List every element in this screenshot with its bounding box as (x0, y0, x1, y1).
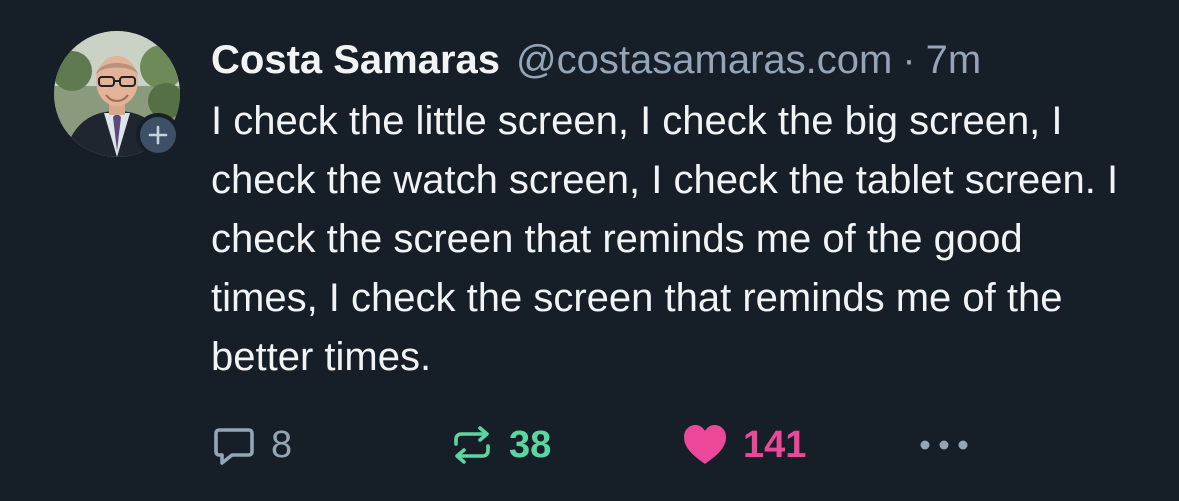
plus-icon (148, 125, 168, 145)
speech-bubble-icon (214, 428, 254, 465)
heart-icon (684, 425, 726, 464)
like-count: 141 (743, 423, 807, 466)
post-content: Costa Samaras @costasamaras.com · 7m I c… (211, 36, 1141, 387)
post: Costa Samaras @costasamaras.com · 7m I c… (0, 0, 1179, 501)
follow-button-inner (140, 117, 176, 153)
repost-count: 38 (509, 423, 552, 466)
repost-button[interactable]: 38 (449, 420, 551, 470)
follow-button[interactable] (136, 113, 180, 157)
ellipsis-icon (920, 440, 968, 450)
author-handle[interactable]: @costasamaras.com (516, 36, 892, 84)
header-separator: · (902, 38, 916, 82)
author-display-name[interactable]: Costa Samaras (211, 36, 500, 84)
reply-button[interactable]: 8 (211, 420, 292, 470)
post-timestamp[interactable]: 7m (926, 36, 982, 84)
repost-arrows-icon (454, 426, 490, 464)
post-actions: 8 38 141 (211, 420, 1141, 470)
avatar-container (54, 31, 180, 157)
post-header: Costa Samaras @costasamaras.com · 7m (211, 36, 1141, 84)
post-text: I check the little screen, I check the b… (211, 99, 1119, 379)
more-options-button[interactable] (918, 420, 970, 470)
reply-count: 8 (271, 423, 293, 466)
like-button[interactable]: 141 (681, 420, 806, 470)
